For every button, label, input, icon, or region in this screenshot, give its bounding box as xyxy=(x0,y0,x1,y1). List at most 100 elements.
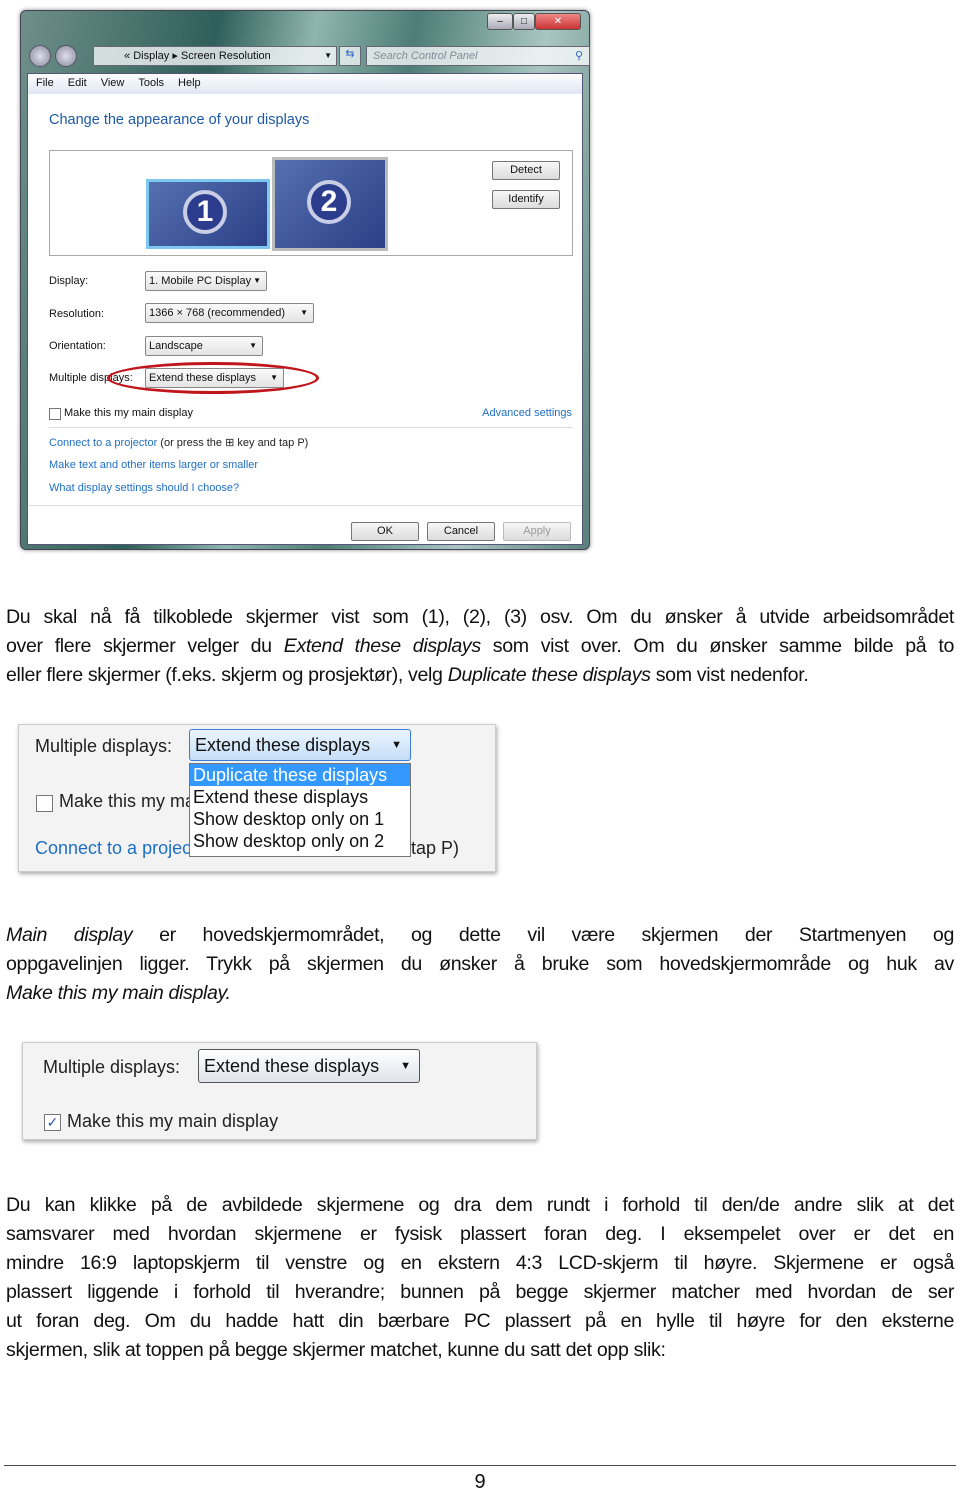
apply-button[interactable]: Apply xyxy=(503,522,571,541)
monitor-arrangement: 1 2 Detect Identify xyxy=(49,150,573,256)
screen-resolution-window: – □ ✕ « Display ▸ Screen Resolution ▼ ⇆ S… xyxy=(20,10,590,550)
address-bar[interactable]: « Display ▸ Screen Resolution ▼ xyxy=(93,46,337,66)
resolution-label: Resolution: xyxy=(49,308,105,320)
display-select[interactable]: 1. Mobile PC Display ▼ xyxy=(145,271,267,291)
identify-button[interactable]: Identify xyxy=(492,190,560,209)
menu-file[interactable]: File xyxy=(36,77,54,91)
resolution-select[interactable]: 1366 × 768 (recommended) ▼ xyxy=(145,303,314,323)
main-display-checkbox[interactable] xyxy=(36,795,53,812)
text-size-link[interactable]: Make text and other items larger or smal… xyxy=(49,459,258,471)
back-button[interactable] xyxy=(29,45,51,67)
refresh-icon[interactable]: ⇆ xyxy=(339,46,361,66)
text-line: Main display er hovedskjermområdet, og d… xyxy=(6,921,954,950)
text: Du skal nå få tilkoblede skjermer vist s… xyxy=(6,606,954,628)
main-display-label: Make this my main display xyxy=(64,407,193,419)
projector-hint-tail: key and tap P) xyxy=(237,437,309,449)
text: samsvarer med hvordan skjermene er fysis… xyxy=(6,1223,954,1245)
dropdown-list: Duplicate these displays Extend these di… xyxy=(189,763,411,857)
multiple-displays-dropdown-screenshot: Multiple displays: Extend these displays… xyxy=(18,724,496,872)
forward-button[interactable] xyxy=(55,45,77,67)
multiple-displays-select[interactable]: Extend these displays ▼ xyxy=(198,1049,420,1083)
page-title: Change the appearance of your displays xyxy=(49,112,310,128)
menu-view[interactable]: View xyxy=(101,77,125,91)
ok-button[interactable]: OK xyxy=(351,522,419,541)
main-display-label: Make this my ma xyxy=(59,791,196,811)
main-display-checkbox[interactable]: ✓ xyxy=(44,1114,61,1131)
option-only-2[interactable]: Show desktop only on 2 xyxy=(190,830,410,852)
menu-tools[interactable]: Tools xyxy=(138,77,164,91)
paragraph-3: Du kan klikke på de avbildede skjermene … xyxy=(6,1191,954,1365)
text-line: Du skal nå få tilkoblede skjermer vist s… xyxy=(6,603,954,632)
main-display-label: Make this my main display xyxy=(67,1111,279,1131)
menu-edit[interactable]: Edit xyxy=(68,77,87,91)
text: over flere skjermer velger du xyxy=(6,635,284,657)
maximize-button[interactable]: □ xyxy=(513,13,535,30)
advanced-settings-link[interactable]: Advanced settings xyxy=(482,407,572,419)
divider xyxy=(28,505,582,506)
search-icon[interactable]: ⚲ xyxy=(575,47,583,65)
option-only-1[interactable]: Show desktop only on 1 xyxy=(190,808,410,830)
text-line: over flere skjermer velger du Extend the… xyxy=(6,632,954,661)
text-line: skjermen, slik at toppen på begge skjerm… xyxy=(6,1336,954,1365)
breadcrumb-display[interactable]: Display xyxy=(133,50,169,62)
text: ut foran deg. Om du hadde hatt din bærba… xyxy=(6,1310,954,1332)
multiple-displays-select[interactable]: Extend these displays ▼ xyxy=(189,729,411,761)
orientation-select[interactable]: Landscape ▼ xyxy=(145,336,263,356)
chevron-down-icon: ▼ xyxy=(253,276,261,285)
chevron-down-icon: ▼ xyxy=(249,341,257,350)
text-line: eller flere skjermer (f.eks. skjerm og p… xyxy=(6,661,954,690)
highlight-ellipse xyxy=(107,362,319,394)
text-line: mindre 16:9 laptopskjerm til venstre og … xyxy=(6,1249,954,1278)
text: er hovedskjermområdet, og dette vil være… xyxy=(132,924,954,946)
main-display-checkbox[interactable] xyxy=(49,408,61,420)
italic-text: Duplicate these displays xyxy=(447,664,651,686)
text-line: oppgavelinjen ligger. Trykk på skjermen … xyxy=(6,950,954,979)
chevron-down-icon: ▼ xyxy=(300,308,308,317)
projector-hint: (or press the xyxy=(160,437,223,449)
text: oppgavelinjen ligger. Trykk på skjermen … xyxy=(6,953,954,975)
breadcrumb-screen-resolution[interactable]: Screen Resolution xyxy=(181,50,271,62)
italic-text: Make this my main display. xyxy=(6,982,231,1004)
option-duplicate[interactable]: Duplicate these displays xyxy=(190,764,410,786)
multiple-displays-label: Multiple displays: xyxy=(43,1057,181,1077)
text: som vist over. Om du ønsker samme bilde … xyxy=(480,635,955,657)
chevron-down-icon[interactable]: ▼ xyxy=(324,47,332,65)
text: mindre 16:9 laptopskjerm til venstre og … xyxy=(6,1252,954,1274)
footer-rule xyxy=(4,1465,956,1466)
option-extend[interactable]: Extend these displays xyxy=(190,786,410,808)
text: eller flere skjermer (f.eks. skjerm og p… xyxy=(6,664,448,686)
minimize-button[interactable]: – xyxy=(487,13,513,30)
help-link[interactable]: What display settings should I choose? xyxy=(49,482,239,494)
paragraph-2: Main display er hovedskjermområdet, og d… xyxy=(6,921,954,1008)
page-number: 9 xyxy=(474,1471,486,1493)
connect-projector-link[interactable]: Connect to a projector xyxy=(49,437,157,449)
multiple-displays-label: Multiple displays: xyxy=(35,736,173,756)
monitor-2[interactable]: 2 xyxy=(272,157,388,251)
connect-projector-link[interactable]: Connect to a projec xyxy=(35,838,191,859)
windows-key-icon: ⊞ xyxy=(225,437,235,449)
italic-text: Extend these displays xyxy=(283,635,481,657)
detect-button[interactable]: Detect xyxy=(492,161,560,180)
text-line: samsvarer med hvordan skjermene er fysis… xyxy=(6,1220,954,1249)
paragraph-1: Du skal nå få tilkoblede skjermer vist s… xyxy=(6,603,954,690)
chevron-down-icon: ▼ xyxy=(391,739,402,751)
text: Du kan klikke på de avbildede skjermene … xyxy=(6,1194,954,1216)
monitor-1[interactable]: 1 xyxy=(146,179,270,249)
main-display-screenshot: Multiple displays: Extend these displays… xyxy=(22,1042,537,1140)
close-button[interactable]: ✕ xyxy=(535,13,581,30)
menu-help[interactable]: Help xyxy=(178,77,201,91)
display-label: Display: xyxy=(49,275,89,287)
text-line: plassert liggende i forhold til hverandr… xyxy=(6,1278,954,1307)
text-line: ut foran deg. Om du hadde hatt din bærba… xyxy=(6,1307,954,1336)
divider xyxy=(49,427,573,428)
monitor-2-badge: 2 xyxy=(307,180,351,224)
orientation-label: Orientation: xyxy=(49,340,106,352)
search-input[interactable]: Search Control Panel ⚲ xyxy=(366,46,590,66)
cancel-button[interactable]: Cancel xyxy=(427,522,495,541)
chevron-down-icon: ▼ xyxy=(400,1060,411,1072)
monitor-1-badge: 1 xyxy=(183,190,227,234)
projector-hint-tail: tap P) xyxy=(411,838,460,858)
navigation-bar: « Display ▸ Screen Resolution ▼ ⇆ Search … xyxy=(29,45,590,67)
text: som vist nedenfor. xyxy=(650,664,809,686)
italic-text: Main display xyxy=(6,924,133,946)
